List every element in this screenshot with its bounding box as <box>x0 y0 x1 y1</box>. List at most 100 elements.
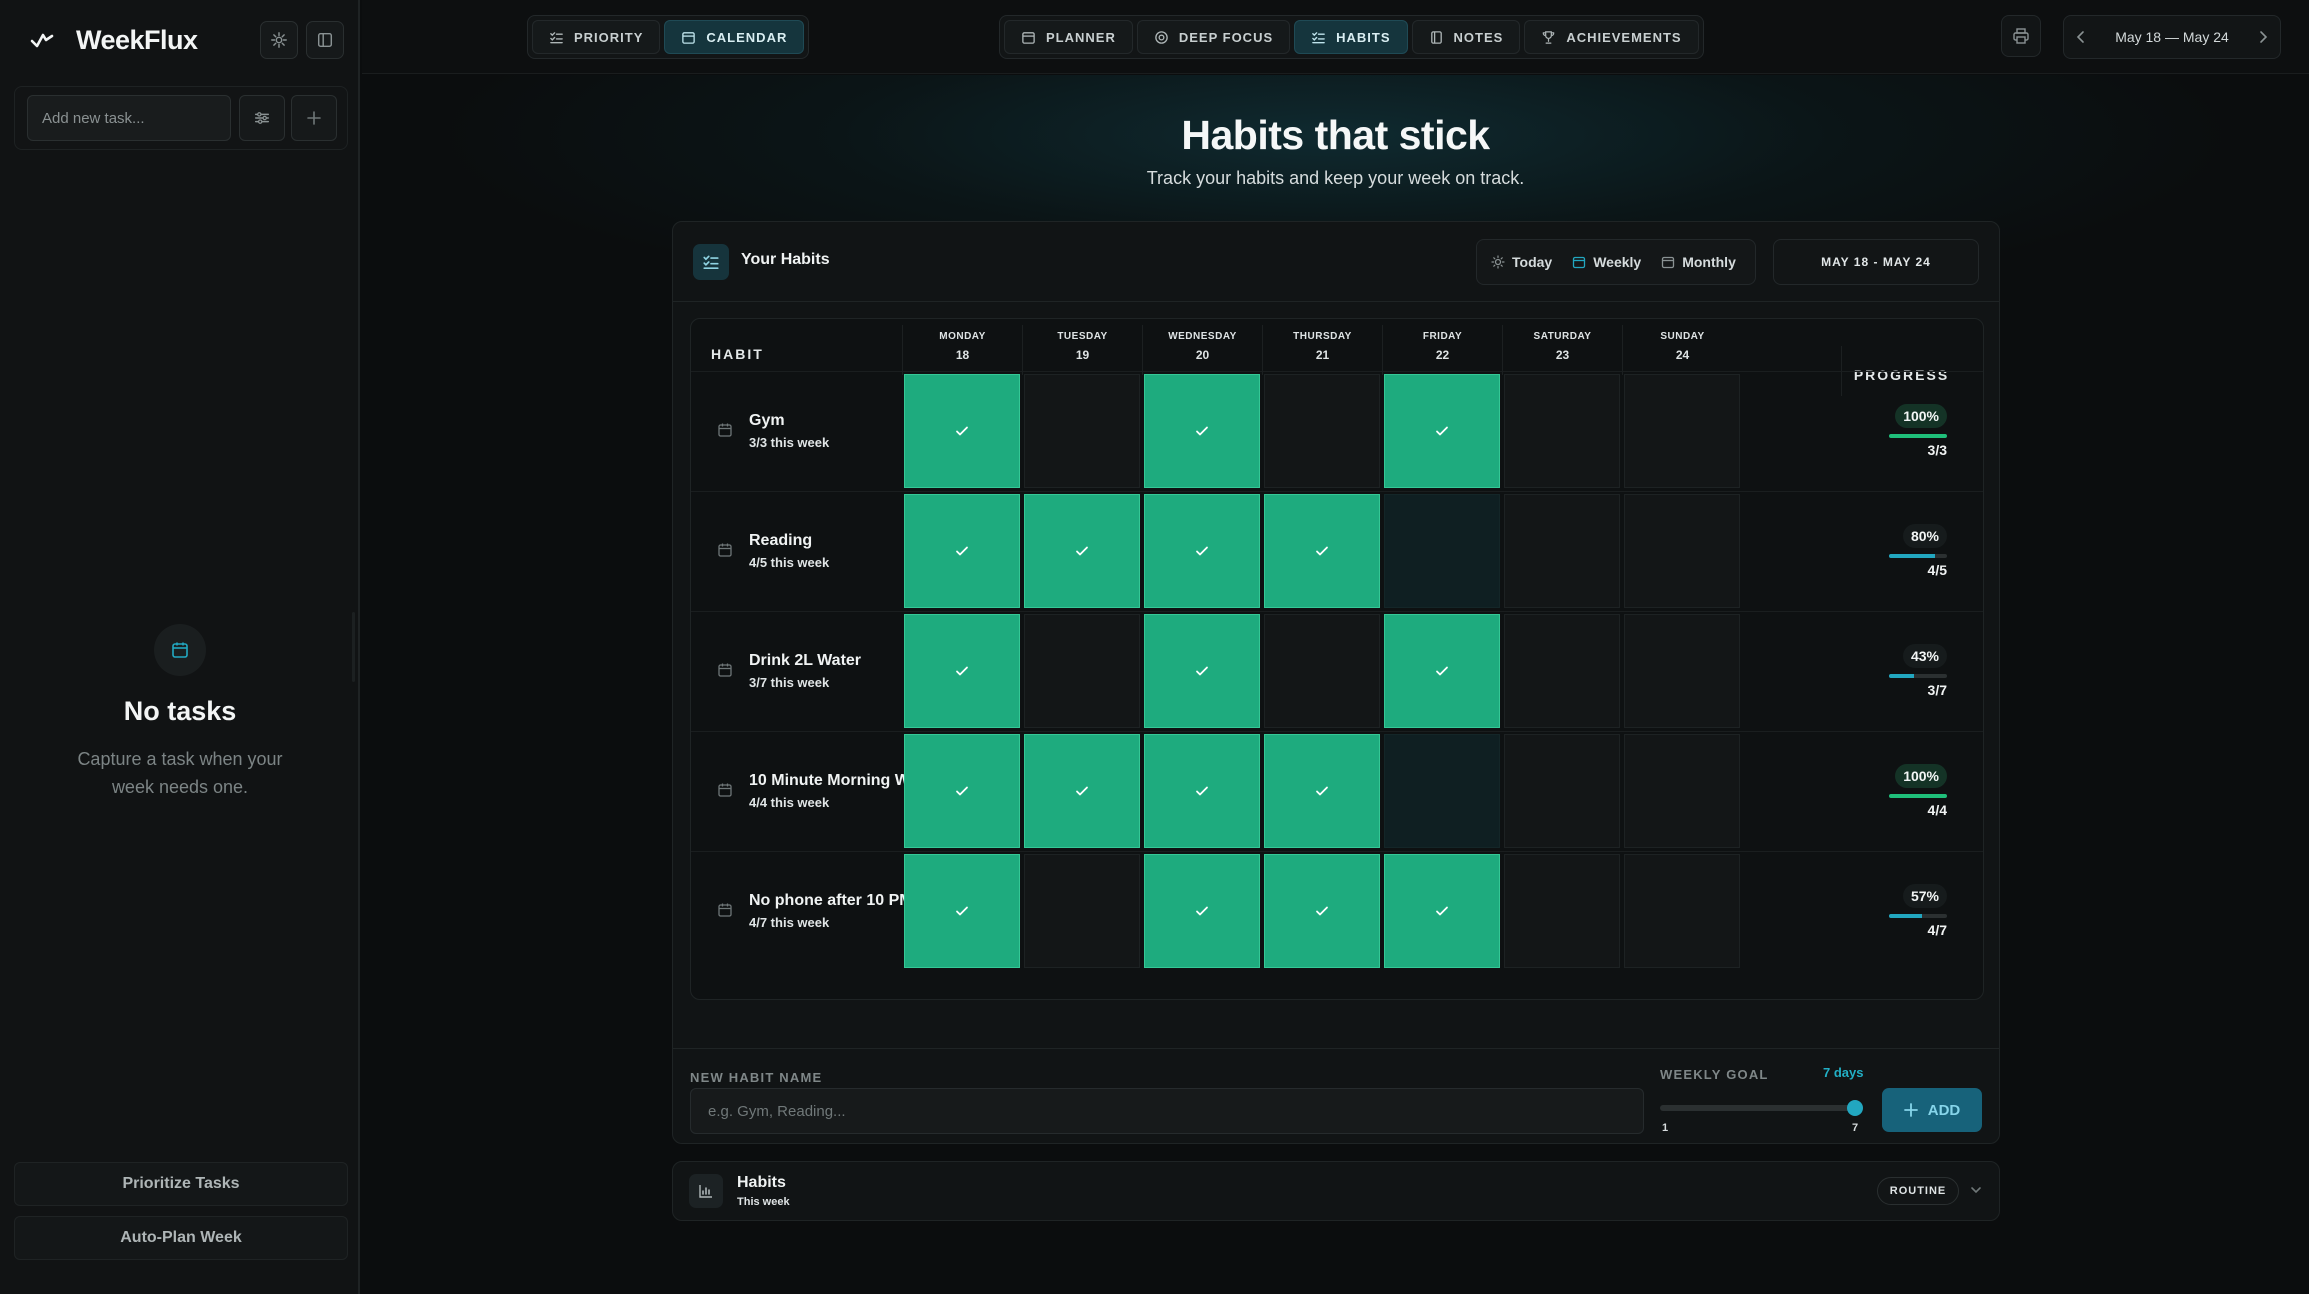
tab-deep-focus[interactable]: DEEP FOCUS <box>1136 20 1291 54</box>
checkmark-icon <box>1194 663 1210 679</box>
progress-percent-badge: 100% <box>1895 404 1947 428</box>
collapse-sidebar-button[interactable] <box>306 21 344 59</box>
tab-habits[interactable]: HABITS <box>1294 20 1408 54</box>
habit-day-cell[interactable] <box>1024 614 1140 728</box>
habit-day-cell[interactable] <box>904 494 1020 608</box>
day-date: 22 <box>1435 348 1450 362</box>
habit-day-cell[interactable] <box>1384 734 1500 848</box>
habit-day-cell[interactable] <box>1384 374 1500 488</box>
habit-day-cell[interactable] <box>1024 494 1140 608</box>
habit-day-cell[interactable] <box>1624 614 1740 728</box>
weekly-goal-slider-track[interactable] <box>1660 1105 1856 1111</box>
habit-day-cell[interactable] <box>1264 374 1380 488</box>
day-column-header: SUNDAY 24 <box>1622 325 1742 375</box>
habit-progress: 80% 4/5 <box>1851 492 1961 592</box>
checkmark-icon <box>1314 543 1330 559</box>
day-date: 24 <box>1675 348 1690 362</box>
view-range-tabs: Today Weekly Monthly <box>1476 239 1756 285</box>
habit-day-cell[interactable] <box>904 374 1020 488</box>
trophy-icon <box>1541 30 1556 45</box>
progress-fraction: 4/5 <box>1927 562 1947 578</box>
prioritize-tasks-button[interactable]: Prioritize Tasks <box>14 1162 348 1206</box>
habit-day-cell[interactable] <box>1144 494 1260 608</box>
tab-calendar[interactable]: CALENDAR <box>664 20 805 54</box>
progress-percent-badge: 43% <box>1902 644 1947 668</box>
sidebar: WeekFlux Add new task... No tasks Captur… <box>0 0 360 1294</box>
view-monthly-button[interactable]: Monthly <box>1653 245 1744 279</box>
chevron-right-icon[interactable] <box>2256 30 2270 44</box>
day-name: TUESDAY <box>1057 331 1108 342</box>
habit-day-cell[interactable] <box>1384 854 1500 968</box>
habit-day-cell[interactable] <box>1024 374 1140 488</box>
habit-day-cell[interactable] <box>1504 494 1620 608</box>
empty-state-badge <box>154 624 206 676</box>
habit-day-cell[interactable] <box>1504 854 1620 968</box>
habit-day-cell[interactable] <box>1024 734 1140 848</box>
habit-day-cell[interactable] <box>1624 734 1740 848</box>
new-habit-input[interactable]: e.g. Gym, Reading... <box>690 1088 1644 1134</box>
habit-count: 4/5 this week <box>749 555 830 570</box>
brand[interactable]: WeekFlux <box>28 20 198 60</box>
habit-day-cell[interactable] <box>1504 734 1620 848</box>
habit-day-cell[interactable] <box>1264 734 1380 848</box>
view-weekly-button[interactable]: Weekly <box>1564 245 1649 279</box>
print-button[interactable] <box>2001 15 2041 57</box>
add-task-button[interactable] <box>291 95 337 141</box>
sidebar-resize-handle[interactable] <box>352 612 355 682</box>
add-task-input[interactable]: Add new task... <box>27 95 231 141</box>
habit-day-cell[interactable] <box>1504 614 1620 728</box>
habit-day-cell[interactable] <box>1144 854 1260 968</box>
notebook-icon <box>1429 30 1444 45</box>
add-habit-button[interactable]: ADD <box>1882 1088 1982 1132</box>
sun-icon <box>1491 255 1505 269</box>
tab-notes[interactable]: NOTES <box>1411 20 1521 54</box>
habits-summary-card[interactable]: Habits This week ROUTINE <box>672 1161 2000 1221</box>
target-icon <box>1154 30 1169 45</box>
page-title: Habits that stick <box>1181 112 1490 158</box>
date-range-pill[interactable]: MAY 18 - MAY 24 <box>1773 239 1979 285</box>
tab-planner[interactable]: PLANNER <box>1004 20 1133 54</box>
slider-min-label: 1 <box>1662 1122 1669 1134</box>
bar-chart-icon <box>698 1183 714 1199</box>
weekly-goal-slider-thumb[interactable] <box>1847 1100 1863 1116</box>
habit-day-cell[interactable] <box>1144 734 1260 848</box>
chevron-down-icon[interactable] <box>1969 1183 1983 1197</box>
day-date: 20 <box>1195 348 1210 362</box>
progress-fraction: 4/7 <box>1927 922 1947 938</box>
tab-priority[interactable]: PRIORITY <box>532 20 661 54</box>
habit-day-cell[interactable] <box>1264 854 1380 968</box>
habit-day-cell[interactable] <box>904 734 1020 848</box>
day-name: SATURDAY <box>1533 331 1592 342</box>
checkmark-icon <box>1434 423 1450 439</box>
tab-achievements[interactable]: ACHIEVEMENTS <box>1524 20 1699 54</box>
habit-day-cell[interactable] <box>1624 494 1740 608</box>
habit-day-cell[interactable] <box>904 614 1020 728</box>
habit-day-cell[interactable] <box>1384 494 1500 608</box>
day-date: 21 <box>1315 348 1330 362</box>
checkmark-icon <box>954 663 970 679</box>
auto-plan-week-button[interactable]: Auto-Plan Week <box>14 1216 348 1260</box>
gear-icon <box>270 31 288 49</box>
habit-day-cell[interactable] <box>1384 614 1500 728</box>
habit-day-cell[interactable] <box>1504 374 1620 488</box>
habit-name: No phone after 10 PM <box>749 892 913 909</box>
habit-day-cell[interactable] <box>1624 374 1740 488</box>
settings-button[interactable] <box>260 21 298 59</box>
calendar-icon <box>681 30 696 45</box>
habit-day-cell[interactable] <box>1264 494 1380 608</box>
habit-day-cell[interactable] <box>1264 614 1380 728</box>
calendar-icon <box>717 662 733 678</box>
chevron-left-icon[interactable] <box>2074 30 2088 44</box>
habit-day-cell[interactable] <box>1024 854 1140 968</box>
habit-day-cell[interactable] <box>1144 374 1260 488</box>
habit-day-cell[interactable] <box>1624 854 1740 968</box>
habit-count: 4/7 this week <box>749 915 830 930</box>
slider-max-label: 7 <box>1852 1122 1859 1134</box>
habit-day-cell[interactable] <box>904 854 1020 968</box>
view-today-button[interactable]: Today <box>1483 245 1560 279</box>
sliders-icon <box>253 109 271 127</box>
day-name: MONDAY <box>939 331 986 342</box>
task-options-button[interactable] <box>239 95 285 141</box>
summary-title: Habits <box>737 1174 786 1191</box>
habit-day-cell[interactable] <box>1144 614 1260 728</box>
